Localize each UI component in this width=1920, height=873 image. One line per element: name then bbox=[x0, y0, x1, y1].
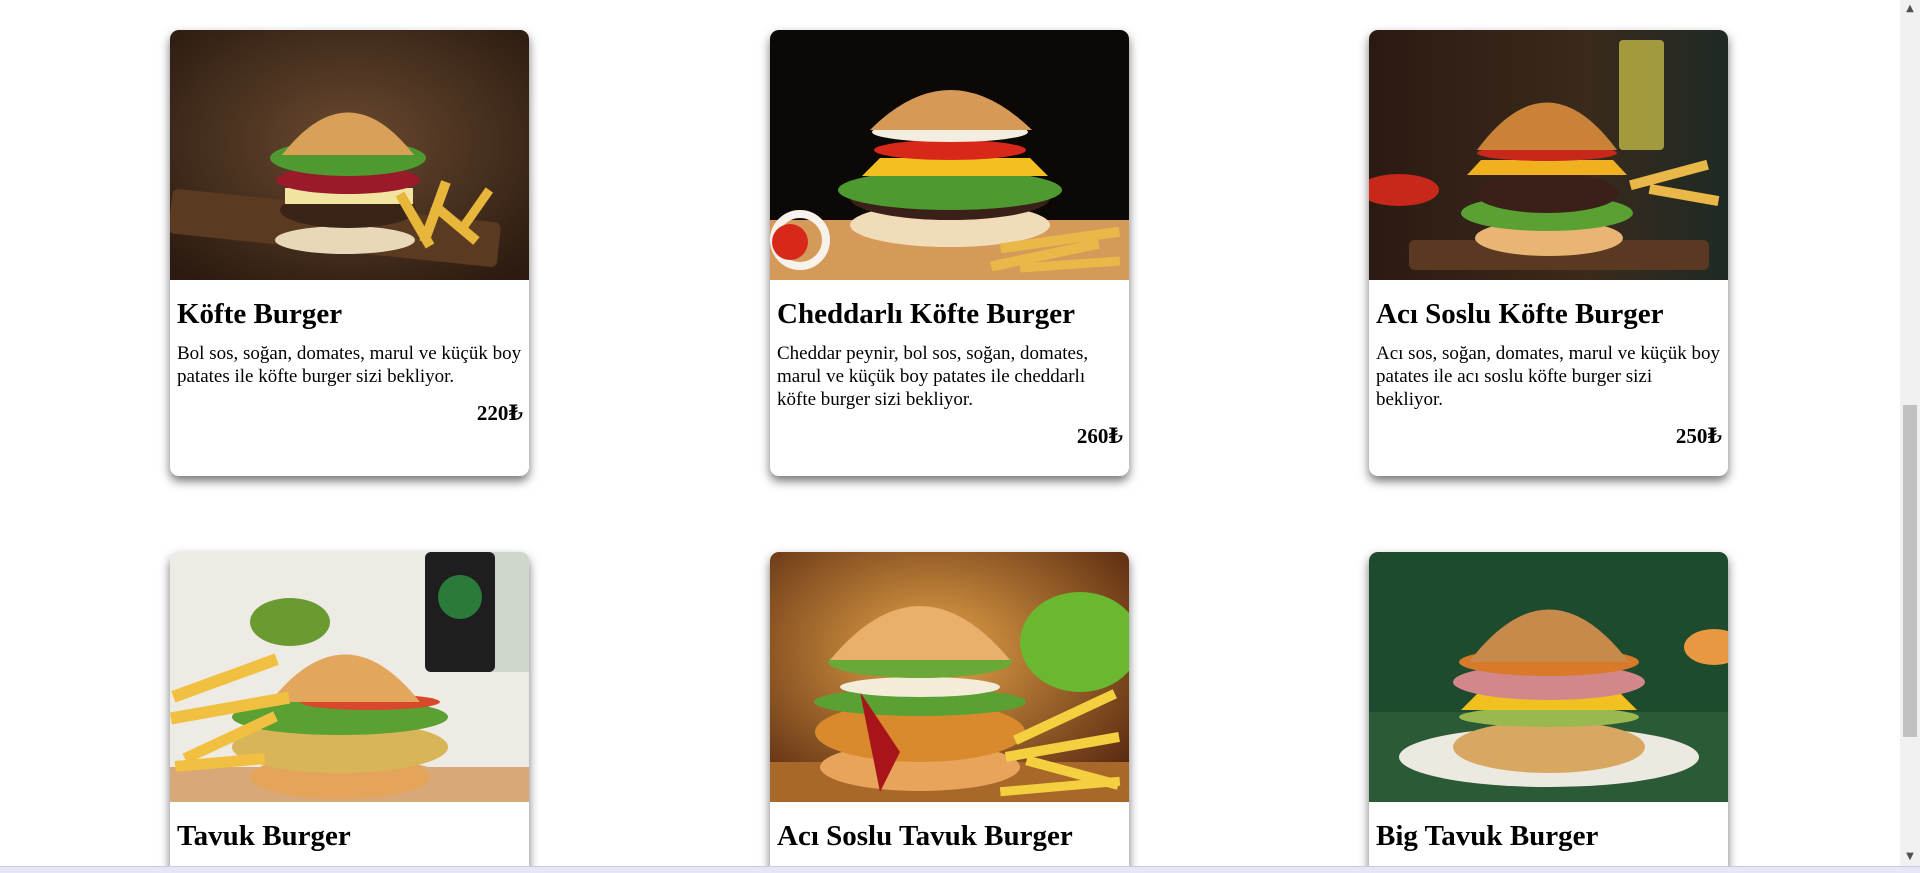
product-description: Cheddar peynir, bol sos, soğan, domates,… bbox=[777, 343, 1089, 410]
cheddar-burger-image bbox=[770, 30, 1129, 280]
product-title: Big Tavuk Burger bbox=[1376, 820, 1599, 852]
scroll-up-arrow-icon[interactable]: ▲ bbox=[1903, 2, 1917, 16]
product-title: Cheddarlı Köfte Burger bbox=[777, 298, 1076, 330]
big-chicken-burger-image bbox=[1369, 552, 1728, 802]
scroll-down-arrow-icon[interactable]: ▼ bbox=[1903, 850, 1917, 864]
product-title: Köfte Burger bbox=[177, 298, 343, 330]
product-title: Acı Soslu Tavuk Burger bbox=[777, 820, 1073, 852]
product-description: Acı sos, soğan, domates, marul ve küçük … bbox=[1376, 343, 1721, 410]
product-price: 250₺ bbox=[1675, 424, 1722, 448]
product-price: 260₺ bbox=[1076, 424, 1123, 448]
product-card[interactable]: Cheddarlı Köfte Burger Cheddar peynir, b… bbox=[770, 30, 1129, 476]
product-title: Acı Soslu Köfte Burger bbox=[1376, 298, 1664, 330]
product-card[interactable]: Big Tavuk Burger bbox=[1369, 552, 1728, 866]
scrollbar-thumb[interactable] bbox=[1903, 405, 1917, 737]
product-card[interactable]: Acı Soslu Tavuk Burger bbox=[770, 552, 1129, 866]
product-card[interactable]: Köfte Burger Bol sos, soğan, domates, ma… bbox=[170, 30, 529, 476]
product-title: Tavuk Burger bbox=[177, 820, 351, 852]
product-description: Bol sos, soğan, domates, marul ve küçük … bbox=[177, 343, 522, 387]
product-price: 220₺ bbox=[476, 401, 523, 425]
menu-grid: Köfte Burger Bol sos, soğan, domates, ma… bbox=[0, 0, 1900, 866]
product-card[interactable]: Acı Soslu Köfte Burger Acı sos, soğan, d… bbox=[1369, 30, 1728, 476]
chicken-burger-image bbox=[170, 552, 529, 802]
kofte-burger-image bbox=[170, 30, 529, 280]
spicy-chicken-burger-image bbox=[770, 552, 1129, 802]
spicy-burger-image bbox=[1369, 30, 1728, 280]
product-card[interactable]: Tavuk Burger bbox=[170, 552, 529, 866]
